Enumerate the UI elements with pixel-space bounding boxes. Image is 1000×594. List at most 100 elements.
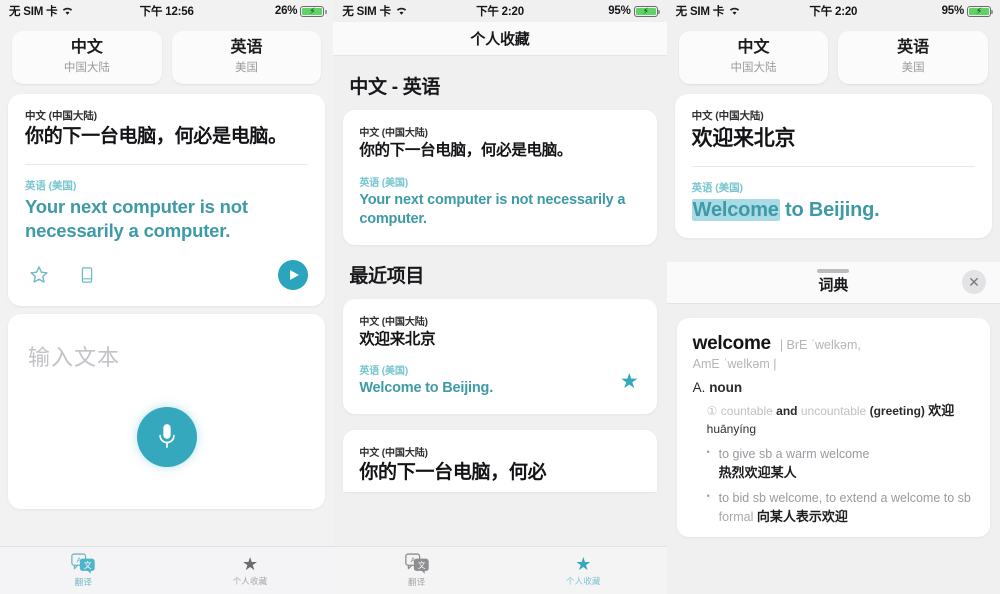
target-lang-label: 英语 (美国)	[691, 182, 743, 195]
book-icon[interactable]	[73, 261, 101, 289]
sense-and: and	[776, 403, 798, 418]
sheet-title: 词典	[818, 277, 849, 295]
source-language-name: 中文	[70, 39, 103, 56]
tab-translate[interactable]: A 文 翻译	[333, 553, 500, 588]
target-block: 英语 (美国) Welcome to Beijing.	[359, 362, 640, 398]
status-bar-right: 95% ⚡	[608, 5, 660, 17]
wifi-icon	[728, 6, 741, 16]
panel-favorites: 无 SIM 卡 下午 2:20 95% ⚡ 个人收藏 中文 - 英语 中文 (中…	[333, 0, 667, 594]
wifi-icon	[61, 6, 74, 16]
tab-favorites-label: 个人收藏	[232, 575, 268, 586]
source-language-region: 中国大陆	[63, 61, 110, 74]
dictionary-headword-row: welcome | BrE ˈwelkəm,	[693, 333, 974, 355]
source-lang-label: 中文 (中国大陆)	[25, 109, 98, 122]
panel-translate: 无 SIM 卡 下午 12:56 26% ⚡ 中文 中国大陆 英语 美国 中文 …	[0, 0, 334, 594]
microphone-button[interactable]	[136, 406, 197, 467]
source-lang-label: 中文 (中国大陆)	[691, 109, 764, 122]
target-lang-label: 英语 (美国)	[359, 177, 409, 189]
source-text: 你的下一台电脑，何必	[359, 462, 547, 484]
battery-icon: ⚡	[633, 5, 660, 17]
example-1-cn: 热烈欢迎某人	[718, 464, 797, 480]
source-lang-label: 中文 (中国大陆)	[359, 128, 428, 139]
battery-percent: 95%	[608, 5, 631, 17]
selected-word[interactable]: Welcome	[691, 199, 780, 222]
card-divider	[25, 163, 309, 165]
status-bar-right: 95% ⚡	[941, 5, 994, 17]
target-text-rest: to Beijing.	[779, 199, 880, 222]
recent-item-1[interactable]: 中文 (中国大陆) 欢迎来北京 英语 (美国) Welcome to Beiji…	[343, 298, 657, 415]
example-2: to bid sb welcome, to extend a welcome t…	[693, 490, 974, 527]
phonetic-ame: AmE ˈwelkəm |	[692, 356, 777, 371]
text-input-placeholder: 输入文本	[28, 344, 121, 370]
close-icon[interactable]: ✕	[961, 270, 986, 295]
target-lang-label: 英语 (美国)	[25, 179, 77, 192]
translate-icon: A 文	[404, 553, 429, 574]
battery-icon: ⚡	[300, 5, 327, 17]
target-language-button[interactable]: 英语 美国	[838, 31, 988, 84]
source-text: 欢迎来北京	[691, 126, 796, 150]
play-button[interactable]	[278, 259, 309, 290]
sense-translation: 欢迎	[928, 402, 955, 418]
text-input-area[interactable]: 输入文本	[8, 313, 326, 509]
translation-card-body: 中文 (中国大陆) 你的下一台电脑，何必是电脑。 英语 (美国) Your ne…	[8, 94, 325, 244]
source-text: 你的下一台电脑，何必是电脑。	[25, 125, 287, 147]
sense-grammar-2: uncountable	[800, 403, 867, 418]
example-1: to give sb a warm welcome 热烈欢迎某人	[693, 446, 974, 482]
target-block: 英语 (美国) Your next computer is not necess…	[359, 174, 640, 229]
source-text: 欢迎来北京	[359, 330, 436, 348]
translation-card[interactable]: 中文 (中国大陆) 你的下一台电脑，何必是电脑。 英语 (美国) Your ne…	[8, 93, 326, 306]
example-2-cn: 向某人表示欢迎	[756, 508, 848, 524]
source-language-name: 中文	[737, 39, 770, 56]
dictionary-word: welcome	[692, 332, 771, 354]
microphone-icon	[158, 423, 175, 448]
recent-item-2[interactable]: 中文 (中国大陆) 你的下一台电脑，何必	[343, 430, 657, 492]
sheet-grabber-handle[interactable]	[817, 268, 850, 273]
source-language-button[interactable]: 中文 中国大陆	[678, 31, 829, 84]
sense-line: ① countable and uncountable (greeting) 欢…	[693, 402, 974, 438]
svg-text:文: 文	[84, 560, 92, 570]
battery-icon: ⚡	[966, 5, 994, 17]
svg-text:文: 文	[418, 560, 426, 570]
translate-icon: A 文	[71, 553, 96, 574]
target-language-button[interactable]: 英语 美国	[171, 31, 322, 84]
status-bar-left: 无 SIM 卡	[676, 3, 741, 19]
tab-translate-label: 翻译	[407, 577, 426, 587]
page-title: 个人收藏	[470, 31, 530, 48]
source-language-region: 中国大陆	[730, 61, 777, 74]
target-language-name: 英语	[230, 39, 263, 56]
tab-favorites-label: 个人收藏	[565, 575, 601, 586]
tab-translate[interactable]: A 文 翻译	[0, 553, 167, 588]
tab-favorites[interactable]: ★ 个人收藏	[500, 555, 667, 587]
nav-bar: 个人收藏	[333, 22, 667, 56]
status-bar-left: 无 SIM 卡	[342, 3, 407, 19]
screenshot-stage: 无 SIM 卡 下午 12:56 26% ⚡ 中文 中国大陆 英语 美国 中文 …	[0, 0, 1000, 594]
target-lang-label: 英语 (美国)	[359, 366, 409, 378]
status-bar: 无 SIM 卡 下午 2:20 95% ⚡	[333, 0, 666, 22]
example-2-formal-label: formal	[718, 509, 754, 524]
example-2-formal-row: formal 向某人表示欢迎	[718, 508, 848, 524]
panel-dictionary: 无 SIM 卡 下午 2:20 95% ⚡ 中文 中国大陆 英语 美国 中文 (…	[666, 0, 1000, 594]
tab-translate-label: 翻译	[74, 577, 93, 587]
saved-translation-card[interactable]: 中文 (中国大陆) 你的下一台电脑，何必是电脑。 英语 (美国) Your ne…	[343, 110, 657, 245]
dictionary-entry-card: welcome | BrE ˈwelkəm, AmE ˈwelkəm | A. …	[676, 317, 990, 537]
language-selector-row: 中文 中国大陆 英语 美国	[667, 22, 1000, 94]
carrier-label: 无 SIM 卡	[9, 6, 58, 18]
battery-percent: 26%	[274, 5, 298, 17]
target-language-region: 美国	[901, 61, 925, 74]
sense-grammar-1: countable	[720, 403, 773, 418]
section-header-recent: 最近项目	[349, 265, 425, 287]
phonetic-bre: | BrE ˈwelkəm,	[779, 337, 861, 352]
status-bar-right: 26% ⚡	[274, 5, 327, 17]
target-text: Your next computer is not necessarily a …	[359, 191, 626, 227]
sense-number: ①	[706, 403, 718, 418]
section-header-language-pair: 中文 - 英语	[349, 77, 441, 98]
source-language-button[interactable]: 中文 中国大陆	[12, 31, 162, 84]
favorite-star-icon[interactable]: ★	[620, 371, 639, 392]
tab-favorites[interactable]: ★ 个人收藏	[167, 555, 334, 587]
battery-percent: 95%	[941, 5, 965, 17]
star-icon: ★	[241, 553, 259, 574]
star-outline-icon[interactable]	[25, 261, 53, 289]
translation-card[interactable]: 中文 (中国大陆) 欢迎来北京 英语 (美国) Welcome to Beiji…	[674, 93, 992, 238]
tab-bar: A 文 翻译 ★ 个人收藏	[333, 546, 667, 594]
pos-label: noun	[709, 379, 743, 395]
